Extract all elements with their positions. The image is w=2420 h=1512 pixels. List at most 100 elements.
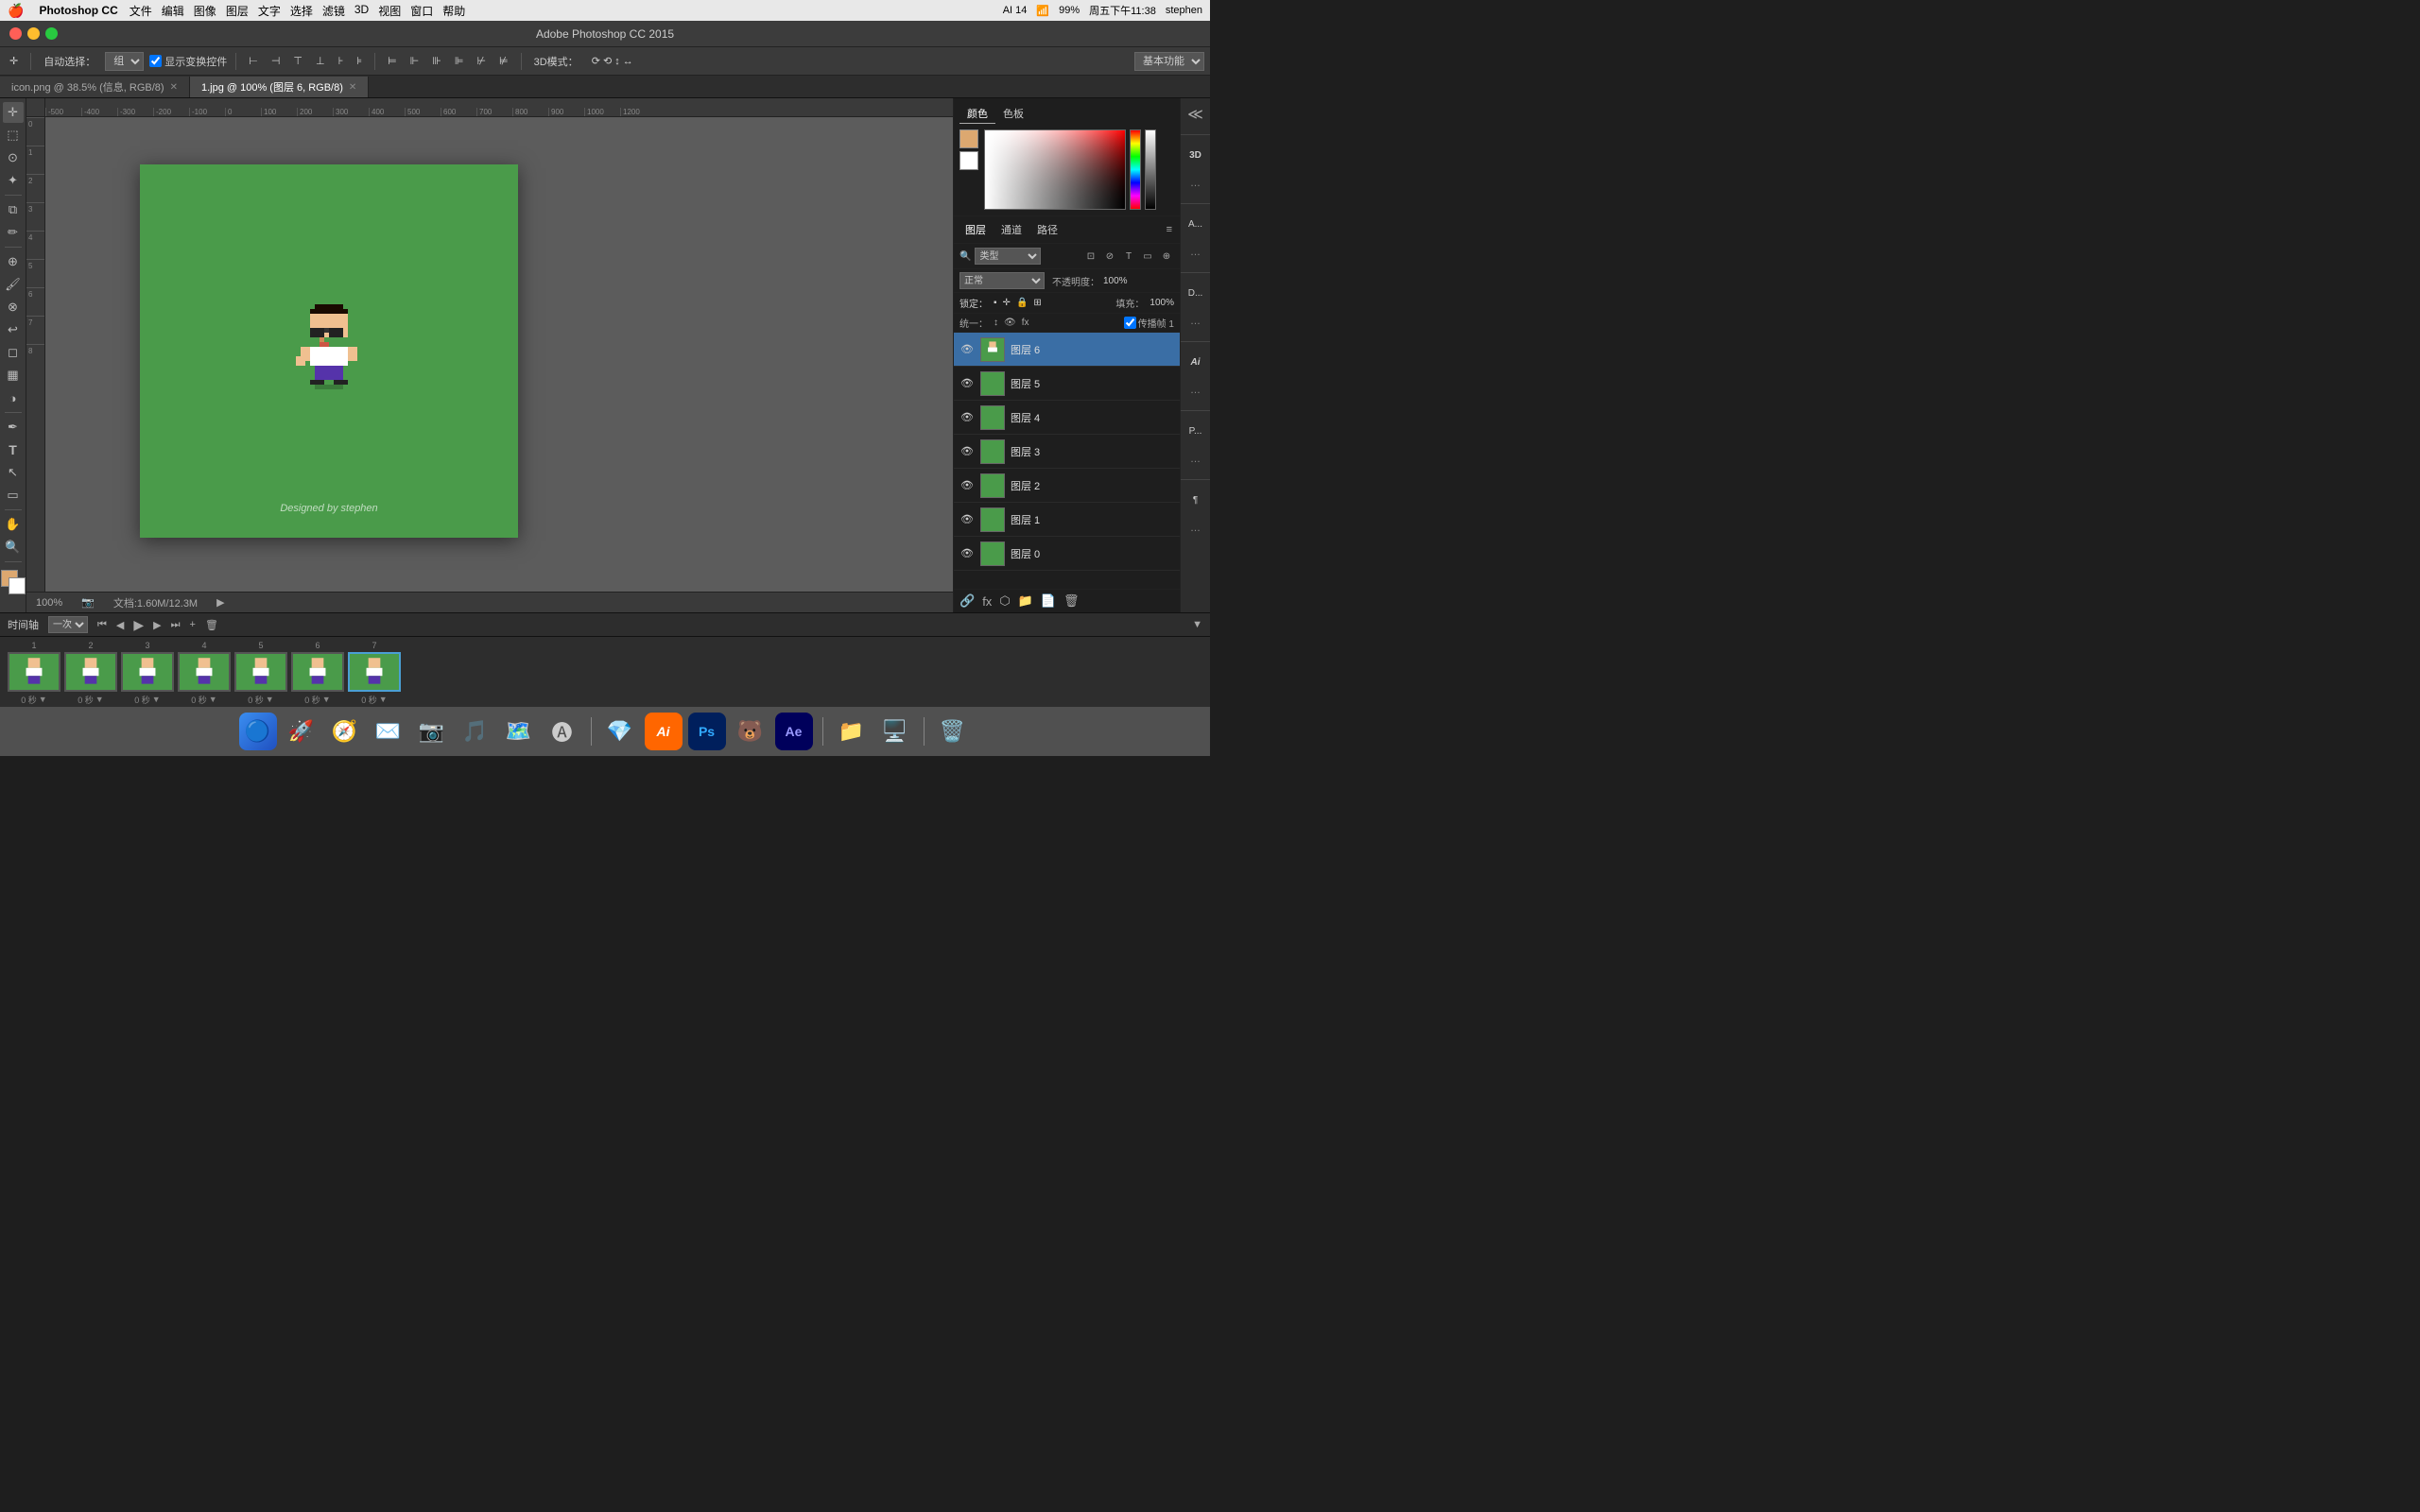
frame-7-dropdown[interactable]: ▼: [379, 695, 388, 704]
paragraph-panel-btn[interactable]: P...: [1184, 419, 1208, 443]
tool-heal[interactable]: ⊕: [3, 251, 24, 272]
opacity-value[interactable]: 100%: [1103, 276, 1128, 286]
tl-last-btn[interactable]: ⏭: [171, 619, 181, 631]
move-tool-icon[interactable]: ✛: [6, 53, 22, 69]
timeline-collapse[interactable]: ▼: [1192, 619, 1202, 630]
workspace-dropdown[interactable]: 基本功能: [1134, 52, 1204, 71]
layer-item-0[interactable]: 👁 图层 0: [954, 537, 1180, 571]
menu-file[interactable]: 文件: [130, 3, 152, 19]
layer-item-3[interactable]: 👁 图层 3: [954, 435, 1180, 469]
filter-type-dropdown[interactable]: 类型: [975, 248, 1041, 265]
tool-text[interactable]: T: [3, 439, 24, 460]
tool-path-select[interactable]: ↖: [3, 462, 24, 483]
brightness-slider[interactable]: [1145, 129, 1156, 210]
lock-artboard-icon[interactable]: ⊞: [1033, 298, 1041, 308]
menu-help[interactable]: 帮助: [442, 3, 465, 19]
tab-layers[interactable]: 图层: [961, 220, 990, 239]
minimize-button[interactable]: [27, 27, 40, 40]
ai-panel-btn[interactable]: Ai: [1184, 350, 1208, 374]
blend-mode-dropdown[interactable]: 正常: [959, 272, 1045, 289]
dock-finder2[interactable]: 🖥️: [876, 713, 914, 750]
dock-itunes[interactable]: 🎵: [457, 713, 494, 750]
menu-filter[interactable]: 滤镜: [322, 3, 345, 19]
dock-mail[interactable]: ✉️: [370, 713, 407, 750]
lock-pixels-icon[interactable]: ▪: [994, 298, 997, 308]
3d-mode-icons[interactable]: ⟳ ⟲ ↕ ↔: [588, 53, 637, 69]
dock-bear[interactable]: 🐻: [732, 713, 769, 750]
menu-3d[interactable]: 3D: [354, 3, 369, 19]
tool-clone[interactable]: ⊗: [3, 297, 24, 318]
layer-item-5[interactable]: 👁 图层 5: [954, 367, 1180, 401]
tool-gradient[interactable]: ▦: [3, 365, 24, 386]
tab-close-1[interactable]: ✕: [170, 82, 178, 93]
filter-adjust[interactable]: ⊘: [1102, 249, 1117, 264]
dock-launchpad[interactable]: 🚀: [283, 713, 320, 750]
close-button[interactable]: [9, 27, 22, 40]
unify-style[interactable]: fx: [1022, 318, 1029, 328]
tool-select-rect[interactable]: ⬚: [3, 125, 24, 146]
lock-all-icon[interactable]: 🔒: [1016, 298, 1028, 308]
align-top[interactable]: ⊥: [312, 53, 329, 69]
layer-3-visibility[interactable]: 👁: [959, 444, 975, 459]
distribute-1[interactable]: ⊨: [384, 53, 401, 69]
hue-slider[interactable]: [1130, 129, 1141, 210]
frame-4-dropdown[interactable]: ▼: [209, 695, 217, 704]
filter-pixel[interactable]: ⊡: [1083, 249, 1098, 264]
dock-maps[interactable]: 🗺️: [500, 713, 538, 750]
dock-ae[interactable]: Ae: [775, 713, 813, 750]
play-icon[interactable]: ▶: [216, 596, 224, 609]
distribute-3[interactable]: ⊪: [428, 53, 445, 69]
distribute-5[interactable]: ⊬: [473, 53, 490, 69]
layer-2-visibility[interactable]: 👁: [959, 478, 975, 493]
align-right[interactable]: ⊤: [289, 53, 306, 69]
add-style-btn[interactable]: fx: [982, 594, 992, 609]
bg-swatch[interactable]: [959, 151, 978, 170]
layer-item-6[interactable]: 👁 图层 6: [954, 333, 1180, 367]
3d-panel-btn[interactable]: 3D: [1184, 143, 1208, 167]
tl-first-btn[interactable]: ⏮: [97, 619, 107, 631]
tool-eyedropper[interactable]: ✏: [3, 222, 24, 243]
layer-item-1[interactable]: 👁 图层 1: [954, 503, 1180, 537]
dock-files[interactable]: 📁: [833, 713, 871, 750]
layer-4-visibility[interactable]: 👁: [959, 410, 975, 425]
propagate-checkbox[interactable]: [1124, 317, 1136, 329]
panel-expand-btn[interactable]: ≪: [1184, 102, 1208, 127]
frame-6[interactable]: 6 0 秒 ▼: [291, 641, 344, 703]
tl-delete-frame[interactable]: 🗑: [205, 619, 218, 631]
menu-edit[interactable]: 编辑: [162, 3, 184, 19]
layers-panel-menu[interactable]: ≡: [1167, 224, 1172, 235]
frame-6-dropdown[interactable]: ▼: [322, 695, 331, 704]
menu-view[interactable]: 视图: [378, 3, 401, 19]
new-group-btn[interactable]: 📁: [1018, 593, 1033, 609]
tool-move[interactable]: ✛: [3, 102, 24, 123]
dock-illustrator[interactable]: Ai: [645, 713, 683, 750]
3d-btn-2[interactable]: …: [1184, 171, 1208, 196]
tab-channels[interactable]: 通道: [997, 220, 1026, 239]
dock-finder[interactable]: 🔵: [239, 713, 277, 750]
align-left[interactable]: ⊢: [245, 53, 262, 69]
frame-1-dropdown[interactable]: ▼: [39, 695, 47, 704]
tab-icon-png[interactable]: icon.png @ 38.5% (信息, RGB/8) ✕: [0, 77, 190, 97]
dock-photos[interactable]: 📷: [413, 713, 451, 750]
distribute-2[interactable]: ⊩: [406, 53, 424, 69]
auto-select-dropdown[interactable]: 组: [105, 52, 144, 71]
tool-dodge[interactable]: ◑: [3, 387, 24, 408]
app-name[interactable]: Photoshop CC: [39, 4, 117, 17]
menu-text[interactable]: 文字: [258, 3, 281, 19]
frame-5-dropdown[interactable]: ▼: [266, 695, 274, 704]
layer-0-visibility[interactable]: 👁: [959, 546, 975, 561]
tool-shape[interactable]: ▭: [3, 485, 24, 506]
fill-value[interactable]: 100%: [1150, 298, 1174, 308]
menu-image[interactable]: 图像: [194, 3, 216, 19]
frame-4[interactable]: 4 0 秒 ▼: [178, 641, 231, 703]
tab-color[interactable]: 颜色: [959, 104, 995, 124]
dock-sketch[interactable]: 💎: [601, 713, 639, 750]
layer-item-4[interactable]: 👁 图层 4: [954, 401, 1180, 435]
tl-next-btn[interactable]: ▶: [153, 619, 161, 631]
loop-dropdown[interactable]: 一次: [48, 616, 88, 633]
dock-appstore[interactable]: 🅐: [544, 713, 581, 750]
frame-2[interactable]: 2 0 秒 ▼: [64, 641, 117, 703]
tool-hand[interactable]: ✋: [3, 514, 24, 535]
tool-crop[interactable]: ⧉: [3, 199, 24, 220]
distribute-4[interactable]: ⊫: [451, 53, 468, 69]
